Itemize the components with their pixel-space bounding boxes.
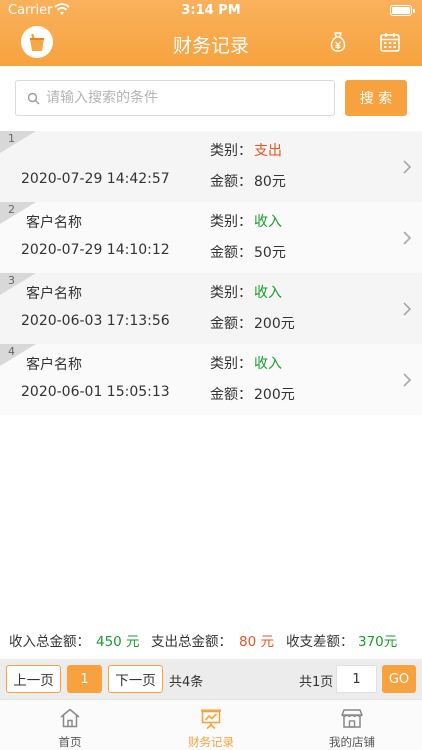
- amount-value: 200元: [254, 387, 295, 403]
- amount-label: 金额：: [210, 174, 252, 190]
- battery-icon: [390, 5, 415, 16]
- balance-label: 收支差额：: [286, 634, 354, 650]
- amount-value: 80元: [254, 174, 286, 190]
- page-title: 财务记录: [172, 35, 249, 57]
- current-page-button[interactable]: 1: [67, 665, 102, 693]
- customer-name: 客户名称: [26, 357, 82, 373]
- expense-total-label: 支出总金额：: [151, 634, 232, 650]
- category-label: 类别：: [210, 143, 252, 159]
- row-index: 1: [8, 132, 15, 145]
- chevron-right-icon[interactable]: [402, 230, 412, 246]
- search-bar: 搜 索: [0, 66, 422, 130]
- category-value: 收入: [254, 214, 282, 230]
- amount-label: 金额：: [210, 316, 252, 332]
- record-row[interactable]: 1 2020-07-29 14:42:57 类别： 支出 金额： 80元: [0, 131, 422, 202]
- chevron-right-icon[interactable]: [402, 159, 412, 175]
- row-index-corner: [0, 131, 36, 153]
- record-row[interactable]: 2 客户名称 2020-07-29 14:10:12 类别： 收入 金额： 50元: [0, 202, 422, 273]
- category-value: 收入: [254, 285, 282, 301]
- pagination-bar: 上一页 1 下一页 共4条 共1页 GO: [0, 659, 422, 699]
- chevron-right-icon[interactable]: [402, 301, 412, 317]
- row-index: 4: [8, 345, 15, 358]
- category-label: 类别：: [210, 285, 252, 301]
- total-items-label: 共4条: [169, 675, 204, 690]
- category-value: 支出: [254, 143, 282, 159]
- amount-value: 50元: [254, 245, 286, 261]
- finance-board-icon: [201, 709, 221, 730]
- income-total-label: 收入总金额：: [9, 634, 90, 650]
- go-button[interactable]: GO: [382, 665, 416, 693]
- customer-name: 客户名称: [26, 215, 82, 231]
- search-icon: [27, 92, 40, 105]
- tab-finance-label: 财务记录: [188, 735, 234, 749]
- calendar-icon[interactable]: [378, 30, 402, 54]
- customer-name: 客户名称: [26, 286, 82, 302]
- tab-bar: 首页 财务记录 我的店铺: [0, 699, 422, 750]
- row-index: 2: [8, 203, 15, 216]
- record-row[interactable]: 3 客户名称 2020-06-03 17:13:56 类别： 收入 金额： 200元: [0, 273, 422, 344]
- amount-label: 金额：: [210, 387, 252, 403]
- total-pages-label: 共1页: [299, 675, 334, 690]
- tab-home-label: 首页: [58, 735, 82, 749]
- income-total-value: 450 元: [96, 634, 140, 650]
- amount-value: 200元: [254, 316, 295, 332]
- balance-value: 370元: [358, 634, 398, 650]
- prev-page-button[interactable]: 上一页: [6, 665, 61, 693]
- category-value: 收入: [254, 356, 282, 372]
- record-time: 2020-07-29 14:10:12: [21, 242, 170, 258]
- category-label: 类别：: [210, 356, 252, 372]
- chevron-right-icon[interactable]: [402, 372, 412, 388]
- tab-finance[interactable]: 财务记录: [141, 700, 281, 750]
- row-index: 3: [8, 274, 15, 287]
- money-bag-icon[interactable]: [326, 30, 350, 54]
- goto-page-input[interactable]: [336, 665, 377, 693]
- header-bar: Carrier 3:14 PM 财务记录: [0, 0, 422, 66]
- search-field[interactable]: [15, 80, 335, 116]
- expense-total-value: 80 元: [239, 634, 274, 650]
- home-icon: [60, 708, 80, 728]
- tab-home[interactable]: 首页: [0, 700, 140, 750]
- store-icon: [341, 709, 363, 728]
- amount-label: 金额：: [210, 245, 252, 261]
- category-label: 类别：: [210, 214, 252, 230]
- record-row[interactable]: 4 客户名称 2020-06-01 15:05:13 类别： 收入 金额： 200元: [0, 344, 422, 415]
- record-time: 2020-06-03 17:13:56: [21, 313, 170, 329]
- tab-my-store-label: 我的店铺: [329, 735, 375, 749]
- status-bar: Carrier 3:14 PM: [0, 0, 422, 22]
- record-time: 2020-06-01 15:05:13: [21, 384, 170, 400]
- status-time: 3:14 PM: [181, 3, 241, 18]
- summary-bar: 收入总金额： 450 元 支出总金额： 80 元 收支差额： 370元: [0, 622, 422, 656]
- next-page-button[interactable]: 下一页: [108, 665, 163, 693]
- search-input[interactable]: [46, 81, 330, 115]
- record-time: 2020-07-29 14:42:57: [21, 171, 170, 187]
- search-button[interactable]: 搜 索: [345, 80, 407, 116]
- tab-my-store[interactable]: 我的店铺: [282, 700, 422, 750]
